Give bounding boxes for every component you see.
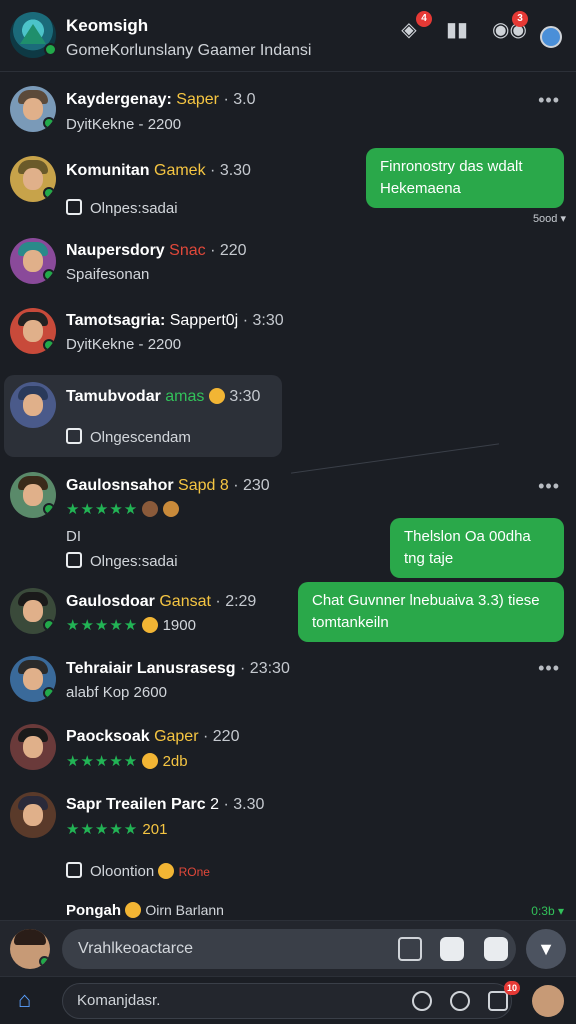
tag-icon[interactable]: ◈ 4	[396, 11, 432, 43]
avatar	[10, 724, 56, 770]
member-name-line: Pongah Oirn Barlann	[66, 902, 224, 919]
member-name-line: Tehraiair Lanusrasesg · 23:30	[66, 660, 290, 677]
lock-icon[interactable]	[398, 937, 422, 961]
message-composer: Vrahlkeoactarce ▼	[0, 920, 576, 976]
member-name-line: Komunitan Gamek · 3.30	[66, 162, 251, 179]
avatar	[10, 156, 56, 202]
clock-icon[interactable]	[450, 991, 470, 1011]
message-time: 5ood ▾	[532, 213, 566, 225]
mountain-icon	[20, 24, 46, 44]
list-item[interactable]: Paocksoak Gaper · 220 ★★★★★ 2db	[0, 724, 576, 778]
rating: ★★★★★ 201	[66, 821, 168, 838]
avatar	[10, 238, 56, 284]
group-avatar[interactable]	[10, 12, 57, 58]
member-status-2: Olnges:sadai	[66, 552, 178, 570]
message-bubble[interactable]: Finronostry das wdalt Hekemaena	[366, 148, 564, 208]
command-input[interactable]: Komanjdasr.	[62, 983, 512, 1019]
smile-emoji-icon	[208, 388, 225, 404]
member-name-line: Gaulosdoar Gansat · 2:29	[66, 593, 257, 610]
message-bubble[interactable]: Thelslon Oa 00dha tng taje	[390, 518, 564, 578]
list-item[interactable]: Tehraiair Lanusrasesg · 23:30 alabf Kop …	[0, 656, 576, 710]
avatar	[10, 472, 56, 518]
notification-badge: 4	[416, 11, 432, 27]
list-item[interactable]: Kaydergenay: Saper · 3.0 DyitKekne - 220…	[0, 86, 576, 146]
signal-icon[interactable]: ▮▮	[444, 17, 470, 43]
reply-icon	[66, 862, 82, 878]
reply-icon	[66, 199, 82, 215]
avatar	[10, 656, 56, 702]
camera-icon[interactable]	[484, 937, 508, 961]
notification-badge: 3	[512, 11, 528, 27]
member-status: DyitKekne - 2200	[66, 336, 182, 353]
user-avatar[interactable]	[10, 929, 50, 969]
list-item[interactable]: Naupersdory Snac · 220 Spaifesonan	[0, 238, 576, 292]
message-time: 0:3b ▾	[531, 904, 564, 918]
list-item[interactable]: Pongah Oirn Barlann 0:3b ▾	[0, 900, 576, 920]
hand-icon	[66, 428, 82, 444]
member-name-line: Kaydergenay: Saper · 3.0	[66, 91, 256, 108]
media-icon[interactable]: 10	[488, 981, 520, 1011]
member-status: Olngescendam	[66, 428, 191, 446]
avatar	[10, 86, 56, 132]
list-item[interactable]: Tamotsagria: Sappert0j · 3:30 DyitKekne …	[0, 308, 576, 362]
member-name-line: Naupersdory Snac · 220	[66, 242, 247, 259]
avatar	[10, 792, 56, 838]
more-options-icon[interactable]: •••	[538, 658, 560, 679]
rating: ★★★★★ 1900	[66, 617, 196, 634]
reply-icon	[66, 552, 82, 568]
rating: ★★★★★ 2db	[66, 753, 188, 770]
check-icon[interactable]	[412, 991, 432, 1011]
avatar	[10, 382, 56, 428]
home-icon[interactable]: ⌂	[18, 989, 42, 1011]
member-name-line: Tamotsagria: Sappert0j · 3:30	[66, 312, 284, 329]
member-name-line: Sapr Treailen Parc 2 · 3.30	[66, 796, 265, 813]
bottom-bar: ⌂ Komanjdasr. 10	[0, 976, 576, 1024]
group-title: Keomsigh	[66, 16, 149, 35]
profile-avatar[interactable]	[532, 985, 564, 1017]
game-icon[interactable]	[440, 937, 464, 961]
member-status: alabf Kop 2600	[66, 684, 167, 701]
people-icon[interactable]: ◉◉ 3	[492, 11, 528, 43]
avatar	[10, 308, 56, 354]
member-status: DyitKekne - 2200	[66, 116, 182, 133]
message-bubble[interactable]: Chat Guvnner lnebuaiva 3.3) tiese tomtan…	[298, 582, 564, 642]
avatar	[10, 588, 56, 634]
globe-icon[interactable]	[540, 26, 562, 48]
member-name-line: Paocksoak Gaper · 220	[66, 728, 240, 745]
list-item[interactable]: Tamubvodar amas 3:30 Olngescendam	[0, 382, 576, 452]
member-name-line: Gaulosnsahor Sapd 8 · 230	[66, 477, 270, 494]
member-name-line: Tamubvodar amas 3:30	[66, 388, 261, 405]
group-subtitle: GomeKorlunslany Gaamer Indansi	[66, 42, 312, 59]
rating: ★★★★★	[66, 500, 179, 518]
member-status: Oloontion ROne	[66, 862, 210, 880]
list-item[interactable]: Sapr Treailen Parc 2 · 3.30 ★★★★★ 201 Ol…	[0, 792, 576, 888]
online-indicator	[44, 43, 57, 56]
member-status: Spaifesonan	[66, 266, 150, 283]
member-status: Olnpes:sadai	[66, 199, 178, 217]
more-options-icon[interactable]: •••	[538, 90, 560, 111]
header-icons: ◈ 4 ▮▮ ◉◉ 3	[396, 11, 562, 48]
more-options-icon[interactable]: •••	[538, 476, 560, 497]
chat-header: Keomsigh GomeKorlunslany Gaamer Indansi …	[0, 0, 576, 72]
member-status: DI	[66, 528, 81, 545]
send-button[interactable]: ▼	[526, 929, 566, 969]
